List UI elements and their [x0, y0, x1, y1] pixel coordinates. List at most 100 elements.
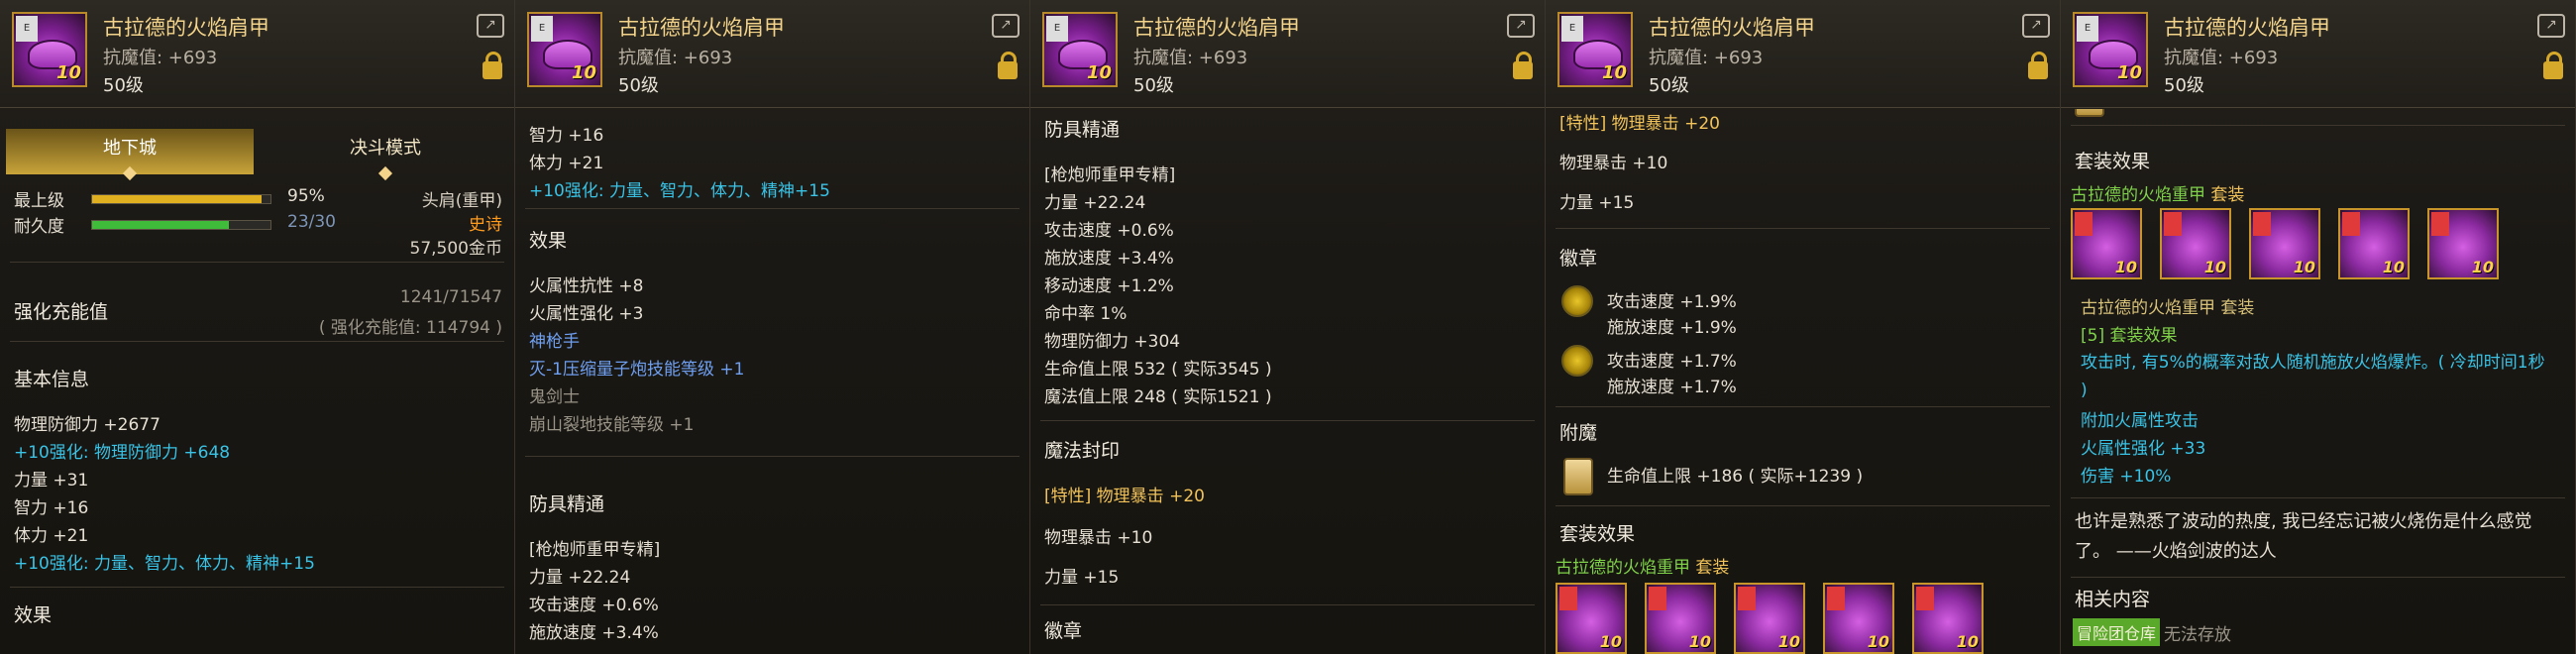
- item-level: 50级: [2164, 75, 2204, 96]
- set-item-enhance-level: 10: [1867, 632, 1889, 651]
- item-header: E 10 古拉德的火焰肩甲 抗魔值: +693 50级 ↗: [0, 0, 514, 108]
- tag-icon: [1649, 587, 1666, 610]
- tooltip-strip: E 10 古拉德的火焰肩甲 抗魔值: +693 50级 ↗ 地下城 决斗模式 最上…: [0, 0, 2576, 654]
- seal-icon: E: [16, 16, 38, 42]
- enhance-label: 强化充能值: [14, 301, 109, 323]
- seal-header: 魔法封印: [1044, 440, 1121, 462]
- effect-header: 效果: [14, 604, 53, 626]
- badge-line: 攻击速度 +1.7%: [1607, 352, 1737, 372]
- icon-enhance-level: 10: [571, 62, 596, 83]
- seal-icon: E: [1046, 16, 1068, 42]
- enchant-card-icon: [2075, 109, 2104, 117]
- set-item-enhance-level: 10: [1688, 632, 1711, 651]
- panel-body: 地下城 决斗模式 最上级 95% 耐久度 23/30 头肩(重甲) 史诗 57,…: [0, 109, 514, 654]
- badge-gem-icon: [1561, 345, 1593, 377]
- upper-bar-fill: [92, 195, 262, 203]
- tab-duel[interactable]: 决斗模式: [262, 129, 509, 181]
- set-item-enhance-level: 10: [2382, 258, 2405, 276]
- set-item-icon[interactable]: 10: [2071, 208, 2142, 279]
- divider: [1556, 505, 2050, 506]
- set-item-icon[interactable]: 10: [2160, 208, 2231, 279]
- stat-line: +10强化: 力量、智力、体力、精神+15: [14, 554, 315, 574]
- set-item-icon[interactable]: 10: [1556, 583, 1627, 654]
- set-icon-row: 10 10 10 10 10: [2071, 208, 2499, 279]
- effect-line: 崩山裂地技能等级 +1: [529, 415, 695, 435]
- divider: [1040, 604, 1535, 605]
- seal-line: 力量 +15: [1559, 193, 1635, 213]
- lock-icon[interactable]: [2543, 52, 2563, 79]
- tag-icon: [1559, 587, 1577, 610]
- mastery-line: 施放速度 +3.4%: [529, 623, 659, 643]
- set-item-icon[interactable]: 10: [1734, 583, 1805, 654]
- effect-line: 鬼剑士: [529, 387, 580, 407]
- effect-header: 效果: [529, 230, 568, 252]
- durability-label: 耐久度: [14, 217, 64, 237]
- set-name-line: 古拉德的火焰重甲 套装: [2071, 180, 2244, 205]
- set-item-icon[interactable]: 10: [1823, 583, 1894, 654]
- divider: [1556, 406, 2050, 407]
- stat-line: 物理防御力 +2677: [14, 415, 161, 435]
- seal-line: 物理暴击 +10: [1044, 528, 1153, 548]
- seal-trait: [特性] 物理暴击 +20: [1559, 114, 1720, 134]
- share-icon[interactable]: ↗: [992, 14, 1020, 38]
- mastery-line: [枪炮师重甲专精]: [529, 540, 661, 560]
- magic-defense: 抗魔值: +693: [1133, 48, 1248, 68]
- enchant-header: 附魔: [1559, 422, 1598, 444]
- seal-icon: E: [531, 16, 553, 42]
- lock-icon[interactable]: [483, 52, 502, 79]
- tag-icon: [1916, 587, 1934, 610]
- effect-line: 火属性抗性 +8: [529, 276, 644, 296]
- item-title: 古拉德的火焰肩甲: [618, 16, 785, 40]
- icon-enhance-level: 10: [1086, 62, 1112, 83]
- badge-line: 施放速度 +1.7%: [1607, 378, 1737, 397]
- tab-dungeon[interactable]: 地下城: [6, 129, 254, 181]
- set-bonus: 附加火属性攻击: [2081, 411, 2199, 431]
- basic-info-header: 基本信息: [14, 369, 90, 390]
- tab-dungeon-label: 地下城: [103, 138, 157, 159]
- magic-defense: 抗魔值: +693: [103, 48, 218, 68]
- related-header: 相关内容: [2075, 589, 2151, 610]
- share-icon[interactable]: ↗: [477, 14, 504, 38]
- tag-icon: [2431, 212, 2449, 236]
- item-icon: E 10: [1557, 12, 1633, 87]
- item-icon: E 10: [12, 12, 87, 87]
- set-header: 套装效果: [2075, 151, 2151, 172]
- lock-icon[interactable]: [998, 52, 1018, 79]
- stat-line: +10强化: 物理防御力 +648: [14, 443, 231, 463]
- stat-line: 力量 +31: [14, 471, 89, 490]
- tooltip-panel-5: E 10 古拉德的火焰肩甲 抗魔值: +693 50级 ↗ 套装效果 古拉德的火焰…: [2061, 0, 2576, 654]
- set-bonus: 火属性强化 +33: [2081, 439, 2206, 459]
- share-icon[interactable]: ↗: [2022, 14, 2050, 38]
- lock-icon[interactable]: [1513, 52, 1533, 79]
- seal-line: 物理暴击 +10: [1559, 154, 1668, 173]
- panel-body: 套装效果 古拉德的火焰重甲 套装 10 10 10 10 10 古拉德的火焰重甲…: [2061, 109, 2575, 654]
- divider: [1556, 228, 2050, 229]
- effect-line: 火属性强化 +3: [529, 304, 644, 324]
- set-item-icon[interactable]: 10: [2249, 208, 2320, 279]
- mastery-line: 攻击速度 +0.6%: [529, 596, 659, 615]
- item-header: E 10 古拉德的火焰肩甲 抗魔值: +693 50级 ↗: [2061, 0, 2575, 108]
- set-item-icon[interactable]: 10: [2338, 208, 2410, 279]
- related-text: 无法存放: [2164, 625, 2231, 645]
- share-icon[interactable]: ↗: [2537, 14, 2565, 38]
- share-icon[interactable]: ↗: [1507, 14, 1535, 38]
- slot-type: 头肩(重甲): [421, 191, 502, 211]
- set-count: [5] 套装效果: [2081, 326, 2178, 346]
- lock-icon[interactable]: [2028, 52, 2048, 79]
- set-item-icon[interactable]: 10: [1645, 583, 1716, 654]
- stat-line: 体力 +21: [14, 526, 89, 546]
- set-item-icon[interactable]: 10: [2427, 208, 2499, 279]
- item-icon: E 10: [2073, 12, 2148, 87]
- divider: [2071, 125, 2565, 126]
- set-item-icon[interactable]: 10: [1912, 583, 1984, 654]
- tooltip-panel-3: E 10 古拉德的火焰肩甲 抗魔值: +693 50级 ↗ 防具精通 [枪炮师重甲…: [1030, 0, 1546, 654]
- icon-enhance-level: 10: [55, 62, 81, 83]
- mastery-line: 魔法值上限 248 ( 实际1521 ): [1044, 387, 1272, 407]
- item-title: 古拉德的火焰肩甲: [1133, 16, 1300, 40]
- tag-icon: [1738, 587, 1756, 610]
- tag-icon: [2075, 212, 2093, 236]
- set-item-enhance-level: 10: [1956, 632, 1979, 651]
- mastery-line: 移动速度 +1.2%: [1044, 276, 1174, 296]
- seal-icon: E: [2077, 16, 2098, 42]
- item-level: 50级: [1649, 75, 1689, 96]
